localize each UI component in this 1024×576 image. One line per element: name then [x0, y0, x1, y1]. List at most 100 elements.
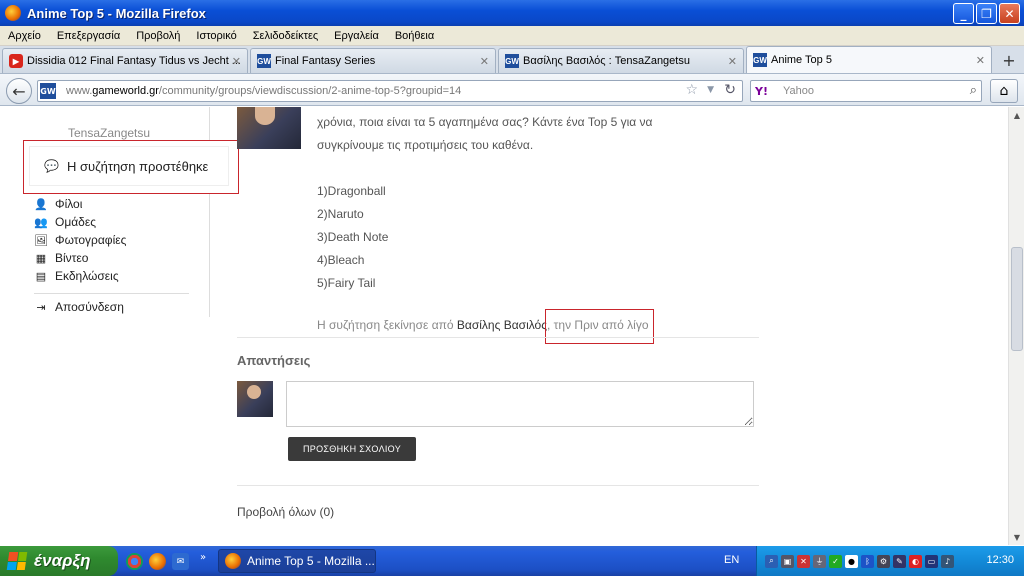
- display-icon[interactable]: ▭: [925, 554, 938, 568]
- usb-icon[interactable]: ⏚: [813, 554, 826, 568]
- scroll-up-icon[interactable]: ▲: [1010, 107, 1024, 123]
- gameworld-icon: GW: [505, 54, 519, 68]
- logout-link[interactable]: ⇥ Αποσύνδεση: [34, 298, 189, 316]
- sidebar-item-events[interactable]: ▤ Εκδηλώσεις: [34, 267, 189, 285]
- close-tab-icon[interactable]: ✕: [728, 55, 737, 68]
- security-icon[interactable]: ✓: [829, 554, 842, 568]
- start-button[interactable]: έναρξη: [0, 546, 118, 576]
- url-text: www.gameworld.gr/community/groups/viewdi…: [66, 85, 462, 97]
- tab-strip: ▶ Dissidia 012 Final Fantasy Tidus vs Je…: [0, 46, 1024, 74]
- anime-list: 1)Dragonball 2)Naruto 3)Death Note 4)Ble…: [317, 180, 737, 295]
- firefox-icon[interactable]: [149, 553, 166, 570]
- antivirus-icon[interactable]: ◐: [909, 554, 922, 568]
- sidebar-item-video[interactable]: ▦ Βίντεο: [34, 249, 189, 267]
- bluetooth-icon[interactable]: ᛒ: [861, 554, 874, 568]
- tab-anime-top-5[interactable]: GW Anime Top 5 ✕: [746, 46, 992, 73]
- search-icon[interactable]: ⌕: [970, 83, 977, 98]
- language-indicator[interactable]: EN: [724, 554, 739, 566]
- view-all-link[interactable]: Προβολή όλων (0): [237, 505, 334, 519]
- firefox-icon: [5, 5, 21, 21]
- panda-icon[interactable]: ●: [845, 554, 858, 568]
- replies-heading: Απαντήσεις: [237, 353, 311, 368]
- gameworld-icon: GW: [40, 83, 56, 99]
- network-icon[interactable]: ▣: [781, 554, 794, 568]
- search-input[interactable]: Yahoo: [783, 85, 814, 97]
- time-highlight: [545, 309, 654, 344]
- taskbar-item-firefox[interactable]: Anime Top 5 - Mozilla ...: [218, 549, 376, 573]
- windows-logo-icon: [6, 552, 28, 570]
- minimize-button[interactable]: _: [953, 3, 974, 24]
- bookmark-star-icon[interactable]: ☆: [685, 82, 698, 98]
- menu-bar: Αρχείο Επεξεργασία Προβολή Ιστορικό Σελι…: [0, 26, 1024, 46]
- sidebar-item-friends[interactable]: 👤 Φίλοι: [34, 195, 189, 213]
- tab-dissidia[interactable]: ▶ Dissidia 012 Final Fantasy Tidus vs Je…: [2, 48, 248, 73]
- calendar-icon: ▤: [35, 270, 47, 283]
- list-item: 4)Bleach: [317, 253, 365, 267]
- sidebar-item-photos[interactable]: 🖼 Φωτογραφίες: [34, 231, 189, 249]
- clock: 12:30: [986, 554, 1014, 566]
- tab-final-fantasy-series[interactable]: GW Final Fantasy Series ✕: [250, 48, 496, 73]
- page-content: TensaZangetsu 💬 Η συζήτηση προστέθηκε 👤 …: [0, 107, 1008, 545]
- sidebar-divider: [34, 293, 189, 294]
- back-button[interactable]: ←: [6, 78, 32, 104]
- author-link[interactable]: Βασίλης Βασιλός: [457, 318, 547, 332]
- youtube-icon: ▶: [9, 54, 23, 68]
- chevron-right-icon[interactable]: »: [200, 552, 206, 563]
- network-error-icon[interactable]: ✕: [797, 554, 810, 568]
- logout-icon: ⇥: [36, 301, 46, 314]
- window-title: Anime Top 5 - Mozilla Firefox: [27, 5, 206, 21]
- add-comment-button[interactable]: ΠΡΟΣΘΗΚΗ ΣΧΟΛΙΟΥ: [288, 437, 416, 461]
- reload-icon[interactable]: ↻: [724, 82, 736, 98]
- chevron-down-icon[interactable]: ▼: [707, 85, 714, 95]
- close-window-button[interactable]: ✕: [999, 3, 1020, 24]
- menu-view[interactable]: Προβολή: [128, 30, 188, 42]
- quick-launch: ✉: [126, 553, 189, 570]
- username-link[interactable]: TensaZangetsu: [68, 126, 150, 140]
- navigation-bar: ← GW www.gameworld.gr/community/groups/v…: [0, 74, 1024, 106]
- scrollbar-thumb[interactable]: [1011, 247, 1023, 351]
- tab-vasilis-profile[interactable]: GW Βασίλης Βασιλός : TensaZangetsu ✕: [498, 48, 744, 73]
- restore-button[interactable]: ❐: [976, 3, 997, 24]
- search-bar[interactable]: Y! Yahoo ⌕: [750, 80, 982, 102]
- app-icon[interactable]: ✉: [172, 553, 189, 570]
- video-icon: ▦: [35, 252, 47, 265]
- yahoo-icon[interactable]: Y!: [755, 85, 783, 98]
- menu-tools[interactable]: Εργαλεία: [326, 30, 387, 42]
- post-line: χρόνια, ποια είναι τα 5 αγαπημένα σας? Κ…: [317, 115, 653, 129]
- groups-icon: 👥: [34, 216, 48, 229]
- list-item: 2)Naruto: [317, 207, 364, 221]
- chrome-icon[interactable]: [126, 553, 143, 570]
- comment-input[interactable]: [286, 381, 754, 427]
- menu-edit[interactable]: Επεξεργασία: [49, 30, 128, 42]
- speech-bubble-icon: 💬: [44, 159, 59, 173]
- user-avatar: [237, 381, 273, 417]
- close-tab-icon[interactable]: ✕: [232, 55, 241, 68]
- menu-bookmarks[interactable]: Σελιδοδείκτες: [245, 30, 326, 42]
- menu-help[interactable]: Βοήθεια: [387, 30, 442, 42]
- close-tab-icon[interactable]: ✕: [480, 55, 489, 68]
- settings-icon[interactable]: ⚙: [877, 554, 890, 568]
- discussion-added-notice: 💬 Η συζήτηση προστέθηκε: [29, 146, 229, 186]
- firefox-icon: [225, 553, 241, 569]
- menu-file[interactable]: Αρχείο: [0, 30, 49, 42]
- vertical-scrollbar[interactable]: ▲ ▼: [1008, 107, 1024, 545]
- list-item: 3)Death Note: [317, 230, 389, 244]
- home-button[interactable]: ⌂: [990, 79, 1018, 103]
- gameworld-icon: GW: [753, 53, 767, 67]
- volume-icon[interactable]: ♪: [941, 554, 954, 568]
- menu-history[interactable]: Ιστορικό: [188, 30, 244, 42]
- list-item: 5)Fairy Tail: [317, 276, 376, 290]
- section-divider: [237, 485, 759, 486]
- close-tab-icon[interactable]: ✕: [976, 54, 985, 67]
- url-bar[interactable]: GW www.gameworld.gr/community/groups/vie…: [37, 80, 743, 102]
- sidebar-item-groups[interactable]: 👥 Ομάδες: [34, 213, 189, 231]
- scroll-down-icon[interactable]: ▼: [1010, 529, 1024, 545]
- author-avatar[interactable]: [237, 107, 301, 149]
- list-item: 1)Dragonball: [317, 184, 386, 198]
- new-tab-button[interactable]: +: [998, 49, 1020, 71]
- section-divider: [237, 337, 759, 338]
- search-icon[interactable]: ⌕: [765, 554, 778, 568]
- tool-icon[interactable]: ✎: [893, 554, 906, 568]
- friends-icon: 👤: [34, 198, 48, 211]
- sidebar-menu: 👤 Φίλοι 👥 Ομάδες 🖼 Φωτογραφίες ▦ Βίντεο …: [34, 195, 189, 316]
